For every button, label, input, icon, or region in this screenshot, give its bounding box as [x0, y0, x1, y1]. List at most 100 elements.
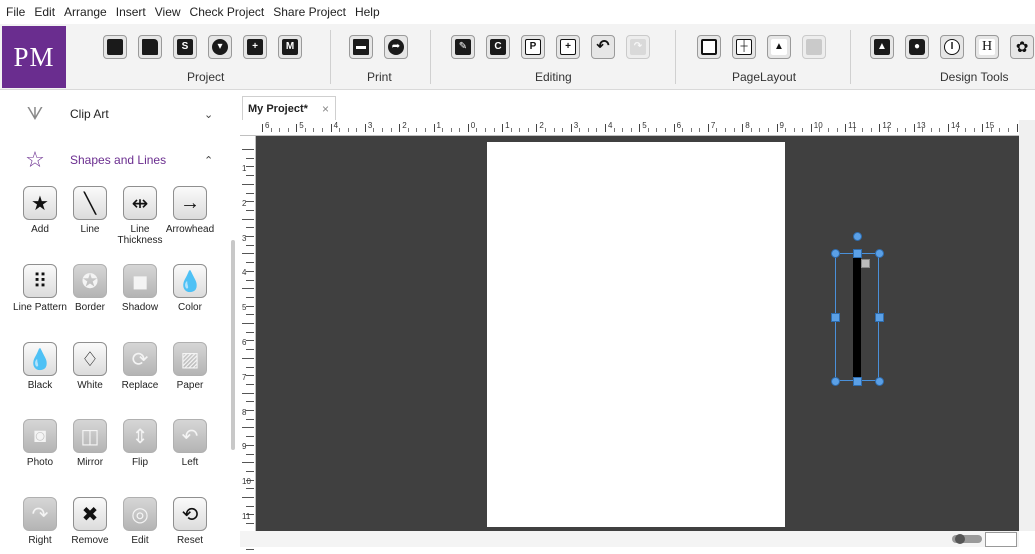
resize-handle-left[interactable] [831, 313, 840, 322]
ruler-label: 3 [573, 121, 579, 130]
ruler-minor-tick [699, 128, 701, 132]
resize-handle-top[interactable] [853, 249, 862, 258]
tool-label: Line Thickness [117, 224, 163, 246]
zoom-value-box[interactable] [985, 532, 1017, 547]
guides-button[interactable]: ┼ [732, 35, 756, 59]
tool-photo-button[interactable]: ◙ Photo [12, 419, 68, 468]
tool-remove-button[interactable]: ✖ Remove [62, 497, 118, 546]
ruler-minor-tick [665, 128, 667, 132]
templates-button[interactable]: M [278, 35, 302, 59]
menu-view[interactable]: View [155, 5, 181, 19]
undo-button[interactable]: ↶ [591, 35, 615, 59]
selected-line-shape[interactable] [853, 256, 861, 380]
ribbon-divider [430, 30, 431, 84]
ruler-minor-tick [836, 128, 838, 132]
tool-left-button[interactable]: ↶ Left [162, 419, 218, 468]
tool-right-button[interactable]: ↷ Right [12, 497, 68, 546]
menu-insert[interactable]: Insert [116, 5, 146, 19]
align-button[interactable]: ▲ [767, 35, 791, 59]
tool-mirror-button[interactable]: ◫ Mirror [62, 419, 118, 468]
menu-file[interactable]: File [6, 5, 25, 19]
tool-line-thickness-button[interactable]: ⇹ Line Thickness [112, 186, 168, 246]
ruler-minor-tick [373, 128, 375, 132]
ruler-tick [467, 124, 469, 132]
add-page-button[interactable]: + [243, 35, 267, 59]
tab-my-project[interactable]: My Project* × [242, 96, 336, 120]
tool-reset-button[interactable]: ⟲ Reset [162, 497, 218, 546]
tool-flip-button[interactable]: ⇕ Flip [112, 419, 168, 468]
new-project-button[interactable] [103, 35, 127, 59]
tool-edit-button[interactable]: ◎ Edit [112, 497, 168, 546]
tool-color-button[interactable]: 💧 Color [162, 264, 218, 313]
insert-button[interactable]: + [556, 35, 580, 59]
section-shapes-and-lines[interactable]: ☆ Shapes and Lines ⌃ [0, 140, 230, 180]
redo-button[interactable]: ↷ [626, 35, 650, 59]
camera-button[interactable]: ● [905, 35, 929, 59]
ruler-tick [246, 383, 254, 385]
line-thickness-icon: ⇹ [123, 186, 157, 220]
clip-art-icon: ᗐ [26, 103, 44, 124]
vertical-scrollbar[interactable] [1019, 120, 1035, 531]
ruler-tick [605, 124, 606, 132]
grid-icon [806, 39, 822, 55]
open-project-button[interactable] [138, 35, 162, 59]
resize-handle-bottom-right[interactable] [875, 377, 884, 386]
tool-black-button[interactable]: 💧 Black [12, 342, 68, 391]
menu-share-project[interactable]: Share Project [273, 5, 346, 19]
share-button[interactable]: ➦ [384, 35, 408, 59]
horizontal-scrollbar[interactable] [240, 531, 1019, 547]
document-tabs: My Project* × [240, 94, 1035, 120]
ruler-minor-tick [930, 128, 932, 132]
resize-handle-bottom[interactable] [853, 377, 862, 386]
tool-line-button[interactable]: ╲ Line [62, 186, 118, 235]
ruler-tick [810, 124, 812, 132]
tool-paper-button[interactable]: ▨ Paper [162, 342, 218, 391]
tool-add-button[interactable]: ★ Add [12, 186, 68, 235]
rotate-handle[interactable] [853, 232, 862, 241]
tool-shadow-button[interactable]: ◼ Shadow [112, 264, 168, 313]
ruler-tick [433, 124, 435, 132]
menu-check-project[interactable]: Check Project [190, 5, 265, 19]
save-button[interactable]: S [173, 35, 197, 59]
ruler-minor-tick [793, 128, 795, 132]
text-button[interactable]: ✎ [451, 35, 475, 59]
symbol-button[interactable]: I [940, 35, 964, 59]
grid-button[interactable] [802, 35, 826, 59]
embellishment-button[interactable]: ✿ [1010, 35, 1034, 59]
project-page[interactable] [487, 142, 884, 527]
tool-arrowhead-button[interactable]: → Arrowhead [162, 186, 218, 235]
tool-line-pattern-button[interactable]: ⠿ Line Pattern [12, 264, 68, 313]
share-icon: ➦ [388, 39, 404, 55]
ruler-label: 6 [242, 338, 247, 347]
tool-replace-button[interactable]: ⟳ Replace [112, 342, 168, 391]
resize-handle-bottom-left[interactable] [831, 377, 840, 386]
guides-icon: ┼ [736, 39, 752, 55]
print-button[interactable]: ▬ [349, 35, 373, 59]
rotate-left-icon: ↶ [173, 419, 207, 453]
ruler-tick [242, 427, 254, 429]
tool-border-button[interactable]: ✪ Border [62, 264, 118, 313]
ruler-tick [246, 453, 254, 455]
image-button[interactable]: ▲ [870, 35, 894, 59]
menu-arrange[interactable]: Arrange [64, 5, 107, 19]
tool-label: Photo [26, 457, 54, 468]
menu-help[interactable]: Help [355, 5, 380, 19]
copy-button[interactable]: C [486, 35, 510, 59]
zoom-slider[interactable] [952, 533, 982, 545]
close-icon[interactable]: × [322, 102, 329, 116]
paste-button[interactable]: P [521, 35, 545, 59]
shape-menu-icon[interactable] [861, 259, 870, 268]
sidebar-scrollbar[interactable] [231, 240, 235, 450]
tool-label: Add [31, 224, 49, 235]
ruler-tick [246, 305, 254, 307]
menu-edit[interactable]: Edit [34, 5, 55, 19]
section-clip-art[interactable]: ᗐ Clip Art ⌄ [0, 94, 230, 134]
resize-handle-top-left[interactable] [831, 249, 840, 258]
resize-handle-right[interactable] [875, 313, 884, 322]
layers-button[interactable] [697, 35, 721, 59]
save-as-button[interactable]: ▾ [208, 35, 232, 59]
resize-handle-top-right[interactable] [875, 249, 884, 258]
tool-white-button[interactable]: ♢ White [62, 342, 118, 391]
heading-button[interactable]: H [975, 35, 999, 59]
canvas-area[interactable] [256, 136, 1019, 531]
